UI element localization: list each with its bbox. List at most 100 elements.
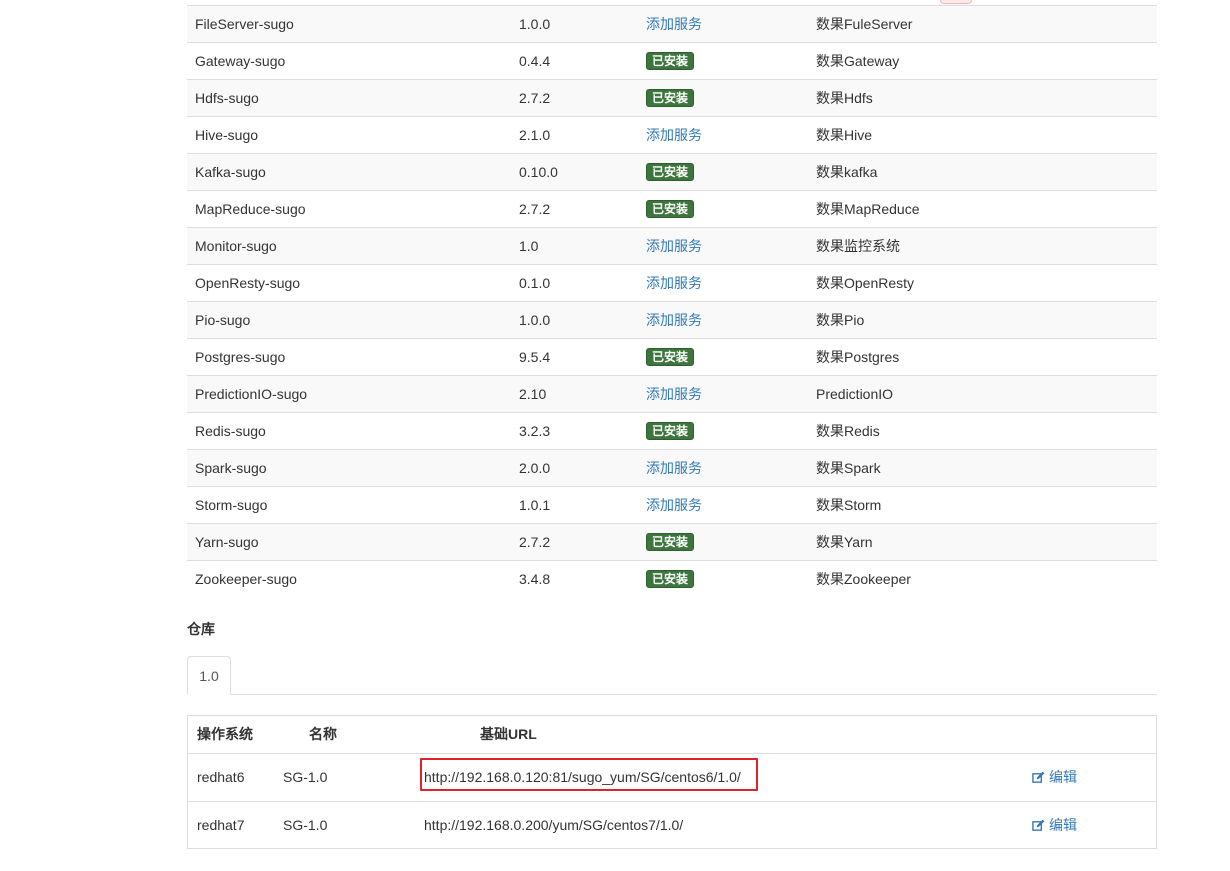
table-row: Yarn-sugo 2.7.2 已安装 数果Yarn xyxy=(187,523,1157,561)
service-description: 数果监控系统 xyxy=(797,227,1157,265)
service-description: 数果MapReduce xyxy=(797,190,1157,228)
add-service-link[interactable]: 添加服务 xyxy=(646,16,702,32)
service-description: PredictionIO xyxy=(797,375,1157,413)
repository-table-header: 操作系统 名称 基础URL xyxy=(188,716,1156,754)
service-version: 3.4.8 xyxy=(503,560,629,597)
service-status-cell: 已安装 xyxy=(629,523,797,561)
repository-table: 操作系统 名称 基础URL redhat6 SG-1.0 http://192.… xyxy=(187,715,1157,849)
service-name: Hive-sugo xyxy=(187,116,503,154)
service-version: 0.1.0 xyxy=(503,264,629,302)
service-status-cell: 已安装 xyxy=(629,190,797,228)
url-highlight-box xyxy=(420,758,758,791)
service-name: Storm-sugo xyxy=(187,486,503,524)
table-row: OpenResty-sugo 0.1.0 添加服务 数果OpenResty xyxy=(187,264,1157,302)
service-status-cell: 已安装 xyxy=(629,42,797,80)
table-row: Hdfs-sugo 2.7.2 已安装 数果Hdfs xyxy=(187,79,1157,117)
service-name: Gateway-sugo xyxy=(187,42,503,80)
repository-section-title: 仓库 xyxy=(187,621,215,637)
header-base-url: 基础URL xyxy=(480,726,537,742)
installed-badge: 已安装 xyxy=(646,52,695,70)
top-edge-badge xyxy=(940,0,972,4)
service-name: MapReduce-sugo xyxy=(187,190,503,228)
service-status-cell: 添加服务 xyxy=(629,449,797,487)
table-row: Zookeeper-sugo 3.4.8 已安装 数果Zookeeper xyxy=(187,560,1157,597)
add-service-link[interactable]: 添加服务 xyxy=(646,386,702,402)
service-name: Kafka-sugo xyxy=(187,153,503,191)
service-status-cell: 添加服务 xyxy=(629,5,797,43)
service-version: 2.1.0 xyxy=(503,116,629,154)
installed-badge: 已安装 xyxy=(646,163,695,181)
service-version: 3.2.3 xyxy=(503,412,629,450)
service-description: 数果Gateway xyxy=(797,42,1157,80)
service-name: Postgres-sugo xyxy=(187,338,503,376)
table-row: Kafka-sugo 0.10.0 已安装 数果kafka xyxy=(187,153,1157,191)
service-description: 数果Hive xyxy=(797,116,1157,154)
service-name: Monitor-sugo xyxy=(187,227,503,265)
service-status-cell: 添加服务 xyxy=(629,375,797,413)
services-table-body: FileServer-sugo 1.0.0 添加服务 数果FuleServer Gate… xyxy=(187,5,1157,597)
repo-base-url: http://192.168.0.200/yum/SG/centos7/1.0/ xyxy=(424,817,684,833)
service-version: 1.0.0 xyxy=(503,5,629,43)
service-version: 9.5.4 xyxy=(503,338,629,376)
add-service-link[interactable]: 添加服务 xyxy=(646,460,702,476)
service-name: OpenResty-sugo xyxy=(187,264,503,302)
service-name: FileServer-sugo xyxy=(187,5,503,43)
service-version: 2.10 xyxy=(503,375,629,413)
service-name: Yarn-sugo xyxy=(187,523,503,561)
service-version: 1.0.0 xyxy=(503,301,629,339)
table-row: Hive-sugo 2.1.0 添加服务 数果Hive xyxy=(187,116,1157,154)
service-name: Spark-sugo xyxy=(187,449,503,487)
table-row: Postgres-sugo 9.5.4 已安装 数果Postgres xyxy=(187,338,1157,376)
service-version: 1.0 xyxy=(503,227,629,265)
service-status-cell: 已安装 xyxy=(629,153,797,191)
installed-badge: 已安装 xyxy=(646,200,695,218)
service-description: 数果Zookeeper xyxy=(797,560,1157,597)
service-description: 数果Yarn xyxy=(797,523,1157,561)
service-description: 数果Spark xyxy=(797,449,1157,487)
header-name: 名称 xyxy=(309,726,337,742)
service-name: Pio-sugo xyxy=(187,301,503,339)
service-version: 2.7.2 xyxy=(503,523,629,561)
service-status-cell: 添加服务 xyxy=(629,227,797,265)
service-status-cell: 已安装 xyxy=(629,560,797,597)
service-version: 2.7.2 xyxy=(503,190,629,228)
service-name: Redis-sugo xyxy=(187,412,503,450)
edit-label: 编辑 xyxy=(1049,769,1077,785)
edit-button[interactable]: 编辑 xyxy=(1032,754,1077,801)
service-version: 0.4.4 xyxy=(503,42,629,80)
table-row: Spark-sugo 2.0.0 添加服务 数果Spark xyxy=(187,449,1157,487)
table-row: PredictionIO-sugo 2.10 添加服务 PredictionIO xyxy=(187,375,1157,413)
tab-version[interactable]: 1.0 xyxy=(187,656,231,695)
edit-icon xyxy=(1032,771,1045,783)
add-service-link[interactable]: 添加服务 xyxy=(646,275,702,291)
service-description: 数果Redis xyxy=(797,412,1157,450)
table-row: redhat7 SG-1.0 http://192.168.0.200/yum/… xyxy=(188,802,1156,848)
table-row: MapReduce-sugo 2.7.2 已安装 数果MapReduce xyxy=(187,190,1157,228)
repo-os: redhat7 xyxy=(197,817,245,833)
service-name: PredictionIO-sugo xyxy=(187,375,503,413)
table-row: Gateway-sugo 0.4.4 已安装 数果Gateway xyxy=(187,42,1157,80)
table-row: Pio-sugo 1.0.0 添加服务 数果Pio xyxy=(187,301,1157,339)
add-service-link[interactable]: 添加服务 xyxy=(646,312,702,328)
installed-badge: 已安装 xyxy=(646,89,695,107)
service-version: 2.7.2 xyxy=(503,79,629,117)
service-name: Hdfs-sugo xyxy=(187,79,503,117)
add-service-link[interactable]: 添加服务 xyxy=(646,238,702,254)
service-status-cell: 添加服务 xyxy=(629,301,797,339)
installed-badge: 已安装 xyxy=(646,348,695,366)
service-name: Zookeeper-sugo xyxy=(187,560,503,597)
service-version: 0.10.0 xyxy=(503,153,629,191)
service-status-cell: 添加服务 xyxy=(629,264,797,302)
service-description: 数果Postgres xyxy=(797,338,1157,376)
installed-badge: 已安装 xyxy=(646,570,695,588)
edit-label: 编辑 xyxy=(1049,817,1077,833)
service-description: 数果OpenResty xyxy=(797,264,1157,302)
service-description: 数果Hdfs xyxy=(797,79,1157,117)
add-service-link[interactable]: 添加服务 xyxy=(646,497,702,513)
service-description: 数果kafka xyxy=(797,153,1157,191)
add-service-link[interactable]: 添加服务 xyxy=(646,127,702,143)
edit-button[interactable]: 编辑 xyxy=(1032,802,1077,848)
table-row: Redis-sugo 3.2.3 已安装 数果Redis xyxy=(187,412,1157,450)
table-row: Storm-sugo 1.0.1 添加服务 数果Storm xyxy=(187,486,1157,524)
services-table: FileServer-sugo 1.0.0 添加服务 数果FuleServer Gate… xyxy=(187,5,1157,597)
